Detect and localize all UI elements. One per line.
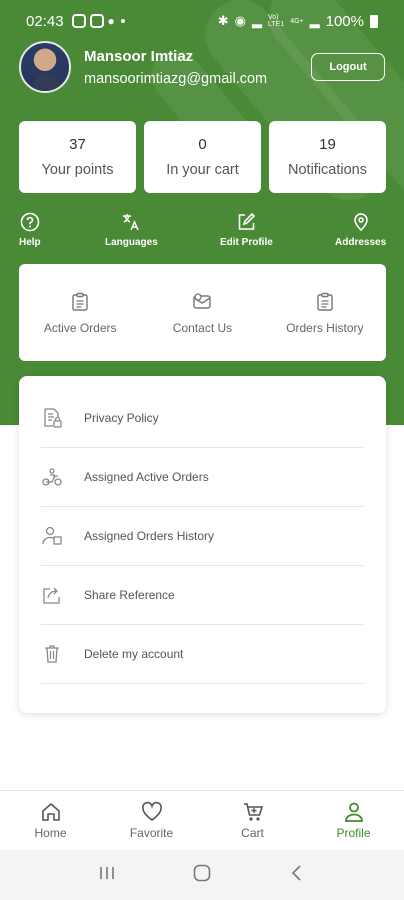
share-reference-item[interactable]: Share Reference [41, 566, 364, 625]
signal-icon: ▂ [251, 13, 262, 28]
orders-history-item[interactable]: Orders History [270, 291, 380, 335]
back-icon[interactable] [287, 863, 307, 888]
privacy-policy-label: Privacy Policy [84, 411, 159, 425]
addresses-action[interactable]: Addresses [335, 212, 386, 248]
settings-menu: Privacy Policy Assigned Active Orders As… [19, 376, 386, 713]
translate-icon [121, 212, 141, 232]
delivery-scooter-icon [41, 466, 63, 488]
trash-icon [41, 643, 63, 665]
cart-count-card[interactable]: 0 In your cart [144, 121, 261, 193]
points-card[interactable]: 37 Your points [19, 121, 136, 193]
avatar[interactable] [19, 41, 71, 93]
home-system-icon[interactable] [192, 863, 212, 888]
assigned-active-orders-label: Assigned Active Orders [84, 470, 209, 484]
quick-actions: Help Languages Edit Profile Addresses [0, 212, 404, 252]
profile-name: Mansoor Imtiaz [84, 47, 194, 65]
cart-count-value: 0 [198, 136, 207, 153]
status-right: ✱ ◉ ▂ Vo) LTE1 4G+ ▂ 100% [218, 13, 378, 30]
cart-icon [242, 801, 264, 823]
languages-action[interactable]: Languages [105, 212, 158, 248]
clipboard-icon [314, 291, 336, 313]
delete-account-label: Delete my account [84, 647, 184, 661]
heart-icon [141, 801, 163, 823]
profile-email: mansoorimtiazg@gmail.com [84, 70, 268, 87]
network-type-label: 4G+ [290, 17, 304, 25]
nav-home-label: Home [34, 826, 67, 840]
battery-icon [370, 14, 378, 28]
help-action[interactable]: Help [19, 212, 41, 248]
nav-favorite[interactable]: Favorite [112, 801, 192, 840]
clipboard-icon [69, 291, 91, 313]
bluetooth-icon: ✱ [217, 13, 229, 28]
active-orders-label: Active Orders [43, 320, 117, 335]
points-value: 37 [69, 136, 86, 153]
assigned-orders-history-label: Assigned Orders History [84, 529, 215, 543]
notifications-card[interactable]: 19 Notifications [269, 121, 386, 193]
logout-button[interactable]: Logout [311, 53, 385, 81]
home-icon [40, 801, 62, 823]
points-label: Your points [41, 162, 114, 178]
edit-profile-action[interactable]: Edit Profile [220, 212, 273, 248]
location-pin-icon [351, 212, 371, 232]
more-notifications-icon [120, 19, 125, 23]
profile-header: Mansoor Imtiaz mansoorimtiazg@gmail.com … [19, 40, 385, 94]
contact-us-label: Contact Us [172, 320, 233, 335]
edit-profile-label: Edit Profile [220, 237, 273, 248]
app-notification-icon [71, 14, 86, 28]
addresses-label: Addresses [335, 237, 387, 248]
share-icon [41, 584, 63, 606]
notifications-label: Notifications [288, 162, 367, 178]
active-orders-item[interactable]: Active Orders [25, 291, 135, 335]
languages-label: Languages [105, 237, 158, 248]
system-navigation [0, 850, 404, 900]
battery-percent: 100% [325, 12, 364, 30]
share-reference-label: Share Reference [84, 588, 175, 602]
help-label: Help [19, 237, 41, 248]
assigned-active-orders-item[interactable]: Assigned Active Orders [41, 448, 364, 507]
delivery-person-icon [41, 525, 63, 547]
status-bar: 02:43 ● ✱ ◉ ▂ Vo) LTE1 4G+ ▂ 100% [0, 0, 404, 42]
notifications-value: 19 [319, 136, 336, 153]
assigned-orders-history-item[interactable]: Assigned Orders History [41, 507, 364, 566]
orders-card: Active Orders Contact Us Orders History [19, 264, 386, 361]
chat-bubble-icon: ● [107, 14, 115, 28]
nav-profile[interactable]: Profile [314, 801, 394, 840]
status-time: 02:43 [26, 12, 64, 30]
document-lock-icon [41, 407, 63, 429]
person-icon [343, 801, 365, 823]
nav-cart-label: Cart [241, 826, 264, 840]
contact-icon [191, 291, 213, 313]
privacy-policy-item[interactable]: Privacy Policy [41, 389, 364, 448]
cart-count-label: In your cart [166, 162, 239, 178]
bottom-navigation: Home Favorite Cart Profile [0, 790, 404, 850]
stats-row: 37 Your points 0 In your cart 19 Notific… [19, 121, 386, 193]
nav-profile-label: Profile [336, 826, 371, 840]
nav-favorite-label: Favorite [129, 826, 174, 840]
nav-cart[interactable]: Cart [213, 801, 293, 840]
edit-icon [236, 212, 256, 232]
delete-account-item[interactable]: Delete my account [41, 625, 364, 684]
app-notification-icon [89, 14, 104, 28]
nav-home[interactable]: Home [11, 801, 91, 840]
volte-label: Vo) LTE1 [267, 14, 285, 28]
signal-icon: ▂ [309, 13, 320, 28]
hotspot-icon: ◉ [234, 13, 246, 28]
orders-history-label: Orders History [286, 320, 364, 335]
help-circle-icon [20, 212, 40, 232]
contact-us-item[interactable]: Contact Us [147, 291, 257, 335]
recent-apps-icon[interactable] [97, 863, 117, 888]
